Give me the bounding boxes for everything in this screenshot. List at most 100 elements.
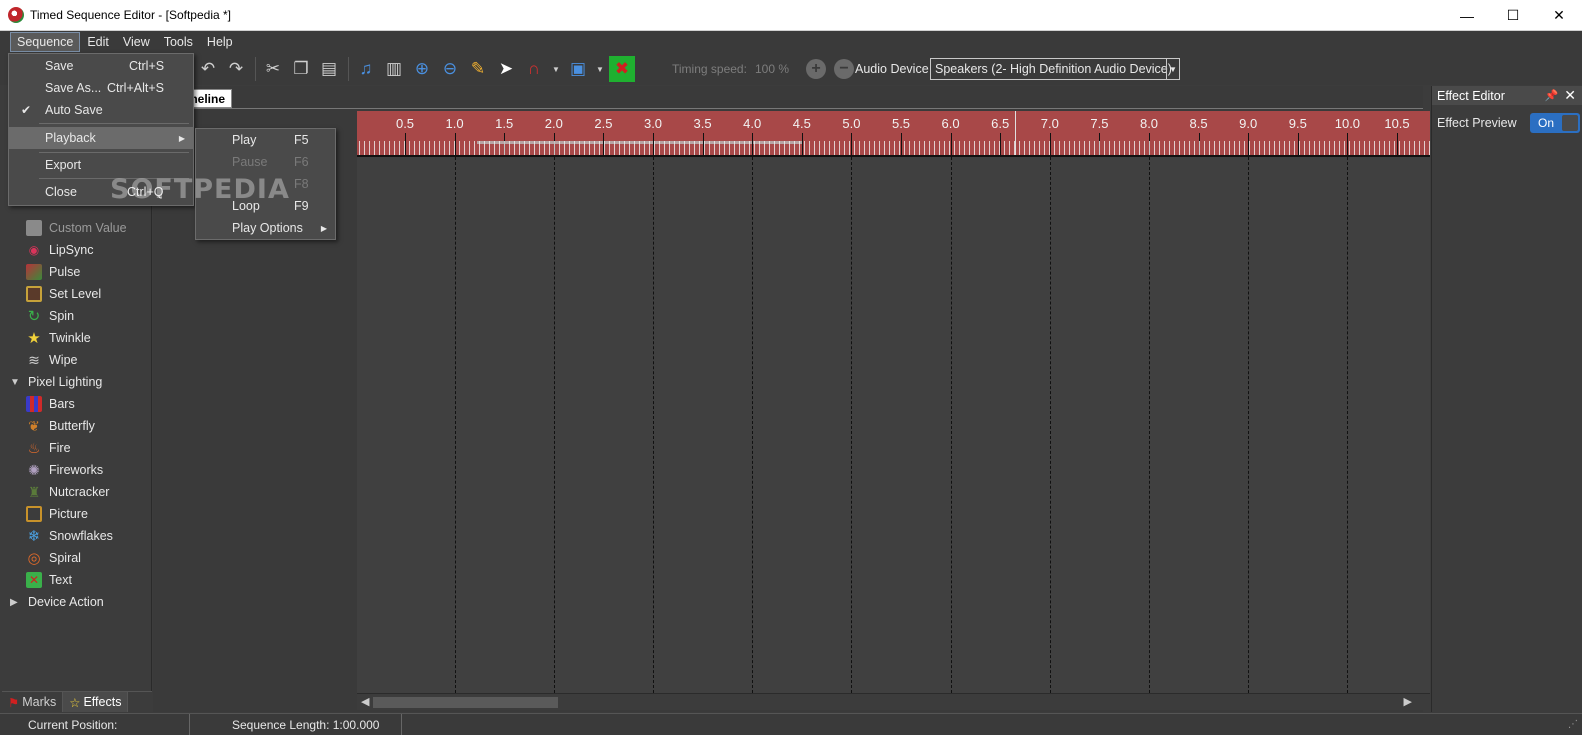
effect-label: Set Level: [49, 287, 102, 301]
speed-up-icon[interactable]: +: [806, 59, 826, 79]
paste-icon[interactable]: ▤: [316, 56, 342, 82]
pin-icon[interactable]: 📌: [1545, 89, 1559, 102]
chevron-down-icon[interactable]: ▼: [1166, 59, 1179, 79]
window-icon[interactable]: ▣: [565, 56, 591, 82]
menu-edit[interactable]: Edit: [80, 32, 116, 52]
time-ruler[interactable]: 0.5 1.0 1.5 2.0 2.5 3.0 3.5 4.0 4.5 5.0 5.5 6.0 6.5 7…: [357, 111, 1430, 157]
scrollbar-thumb[interactable]: [373, 697, 558, 708]
ruler-minor-tick: [859, 141, 860, 155]
cut-icon[interactable]: ✂: [260, 56, 286, 82]
zoom-in-icon[interactable]: ⊕: [409, 56, 435, 82]
menu-item-auto-save[interactable]: ✔ Auto Save: [9, 100, 193, 120]
expand-down-icon[interactable]: ▼: [10, 377, 22, 388]
ruler-minor-tick: [379, 141, 380, 155]
menu-label: Play Options: [232, 221, 303, 235]
effect-preview-toggle[interactable]: On: [1530, 113, 1580, 133]
ruler-minor-tick: [1029, 141, 1030, 155]
effect-item-picture[interactable]: Picture: [2, 503, 152, 525]
effect-item-text[interactable]: ✕ Text: [2, 569, 152, 591]
effect-item-lipsync[interactable]: ◉ LipSync: [2, 239, 152, 261]
ruler-minor-tick: [359, 141, 360, 155]
menu-shortcut: F9: [294, 199, 309, 213]
ruler-minor-tick: [799, 141, 800, 155]
close-icon[interactable]: ✕: [1564, 87, 1576, 104]
equalizer-icon[interactable]: ▥: [381, 56, 407, 82]
ruler-minor-tick: [899, 141, 900, 155]
scroll-left-icon[interactable]: ◀: [361, 695, 369, 708]
menu-item-play-options[interactable]: Play Options ▶: [196, 218, 335, 238]
audio-device-label: Audio Device: [855, 62, 929, 76]
tab-marks[interactable]: ⚑ Marks: [2, 692, 64, 712]
menu-label: Save As...: [45, 81, 102, 95]
ruler-minor-tick: [604, 141, 605, 155]
effect-label: Spin: [49, 309, 75, 323]
redo-icon[interactable]: ↷: [223, 56, 249, 82]
grid-line: [950, 157, 952, 693]
effect-item-bars[interactable]: Bars: [2, 393, 152, 415]
group-device-action[interactable]: ▶ Device Action: [2, 591, 152, 613]
clear-effects-icon[interactable]: ✖: [609, 56, 635, 82]
ruler-minor-tick: [519, 141, 520, 155]
effect-item-spin[interactable]: ↻ Spin: [2, 305, 152, 327]
effect-item-fire[interactable]: ♨ Fire: [2, 437, 152, 459]
close-window-button[interactable]: ✕: [1536, 0, 1582, 31]
menu-item-save[interactable]: Save Ctrl+S: [9, 56, 193, 76]
menu-item-pause[interactable]: Pause F6: [196, 152, 335, 172]
copy-icon[interactable]: ❐: [288, 56, 314, 82]
ruler-minor-tick: [914, 141, 915, 155]
zoom-out-icon[interactable]: ⊖: [437, 56, 463, 82]
ruler-minor-tick: [1034, 141, 1035, 155]
window-dropdown-icon[interactable]: ▼: [593, 56, 607, 82]
expand-right-icon[interactable]: ▶: [10, 597, 22, 608]
ruler-minor-tick: [1359, 141, 1360, 155]
ruler-minor-tick: [809, 141, 810, 155]
menu-view[interactable]: View: [116, 32, 157, 52]
effect-item-pulse[interactable]: Pulse: [2, 261, 152, 283]
speed-down-icon[interactable]: −: [834, 59, 854, 79]
ruler-minor-tick: [1409, 141, 1410, 155]
pointer-icon[interactable]: ➤: [493, 56, 519, 82]
ruler-minor-tick: [1339, 141, 1340, 155]
ruler-minor-tick: [484, 141, 485, 155]
undo-icon[interactable]: ↶: [195, 56, 221, 82]
tab-effects[interactable]: ☆ Effects: [63, 692, 129, 712]
timeline-grid[interactable]: 0.5 1.0 1.5 2.0 2.5 3.0 3.5 4.0 4.5 5.0 5.5 6.0 6.5 7…: [357, 111, 1430, 693]
ruler-minor-tick: [1269, 141, 1270, 155]
group-pixel-lighting[interactable]: ▼ Pixel Lighting: [2, 371, 152, 393]
music-note-icon[interactable]: ♫: [353, 56, 379, 82]
effect-item-spiral[interactable]: ◎ Spiral: [2, 547, 152, 569]
menu-tools[interactable]: Tools: [157, 32, 200, 52]
menu-item-export[interactable]: Export: [9, 155, 193, 175]
minimize-button[interactable]: —: [1444, 0, 1490, 31]
magnet-dropdown-icon[interactable]: ▼: [549, 56, 563, 82]
effect-item-snowflakes[interactable]: ❄ Snowflakes: [2, 525, 152, 547]
menu-help[interactable]: Help: [200, 32, 240, 52]
menu-item-play[interactable]: Play F5: [196, 130, 335, 150]
menu-label: Playback: [45, 131, 96, 145]
magnet-icon[interactable]: ∩: [521, 56, 547, 82]
play-cursor[interactable]: [1015, 111, 1016, 157]
effect-item-set-level[interactable]: Set Level: [2, 283, 152, 305]
ruler-tick-label: 8.0: [1139, 116, 1159, 131]
effect-item-wipe[interactable]: ≋ Wipe: [2, 349, 152, 371]
effect-item-butterfly[interactable]: ❦ Butterfly: [2, 415, 152, 437]
scroll-right-icon[interactable]: ▶: [1404, 695, 1412, 708]
effect-item-custom-value[interactable]: Custom Value: [2, 217, 152, 239]
menu-item-playback[interactable]: Playback ▶: [9, 127, 193, 149]
menu-item-save-as[interactable]: Save As... Ctrl+Alt+S: [9, 78, 193, 98]
ruler-minor-tick: [429, 141, 430, 155]
effect-item-fireworks[interactable]: ✺ Fireworks: [2, 459, 152, 481]
draw-icon[interactable]: ✎: [465, 56, 491, 82]
horizontal-scrollbar[interactable]: ◀ ▶: [357, 693, 1430, 710]
audio-device-select[interactable]: Speakers (2- High Definition Audio Devic…: [930, 58, 1180, 80]
ruler-minor-tick: [724, 141, 725, 155]
effect-item-nutcracker[interactable]: ♜ Nutcracker: [2, 481, 152, 503]
effect-item-twinkle[interactable]: ★ Twinkle: [2, 327, 152, 349]
resize-grip-icon[interactable]: ⋰: [1568, 719, 1578, 730]
ruler-minor-tick: [1169, 141, 1170, 155]
menu-sequence[interactable]: Sequence: [10, 32, 81, 52]
ruler-minor-tick: [584, 141, 585, 155]
ruler-minor-tick: [659, 141, 660, 155]
ruler-tick-label: 8.5: [1189, 116, 1208, 131]
maximize-button[interactable]: ☐: [1490, 0, 1536, 31]
